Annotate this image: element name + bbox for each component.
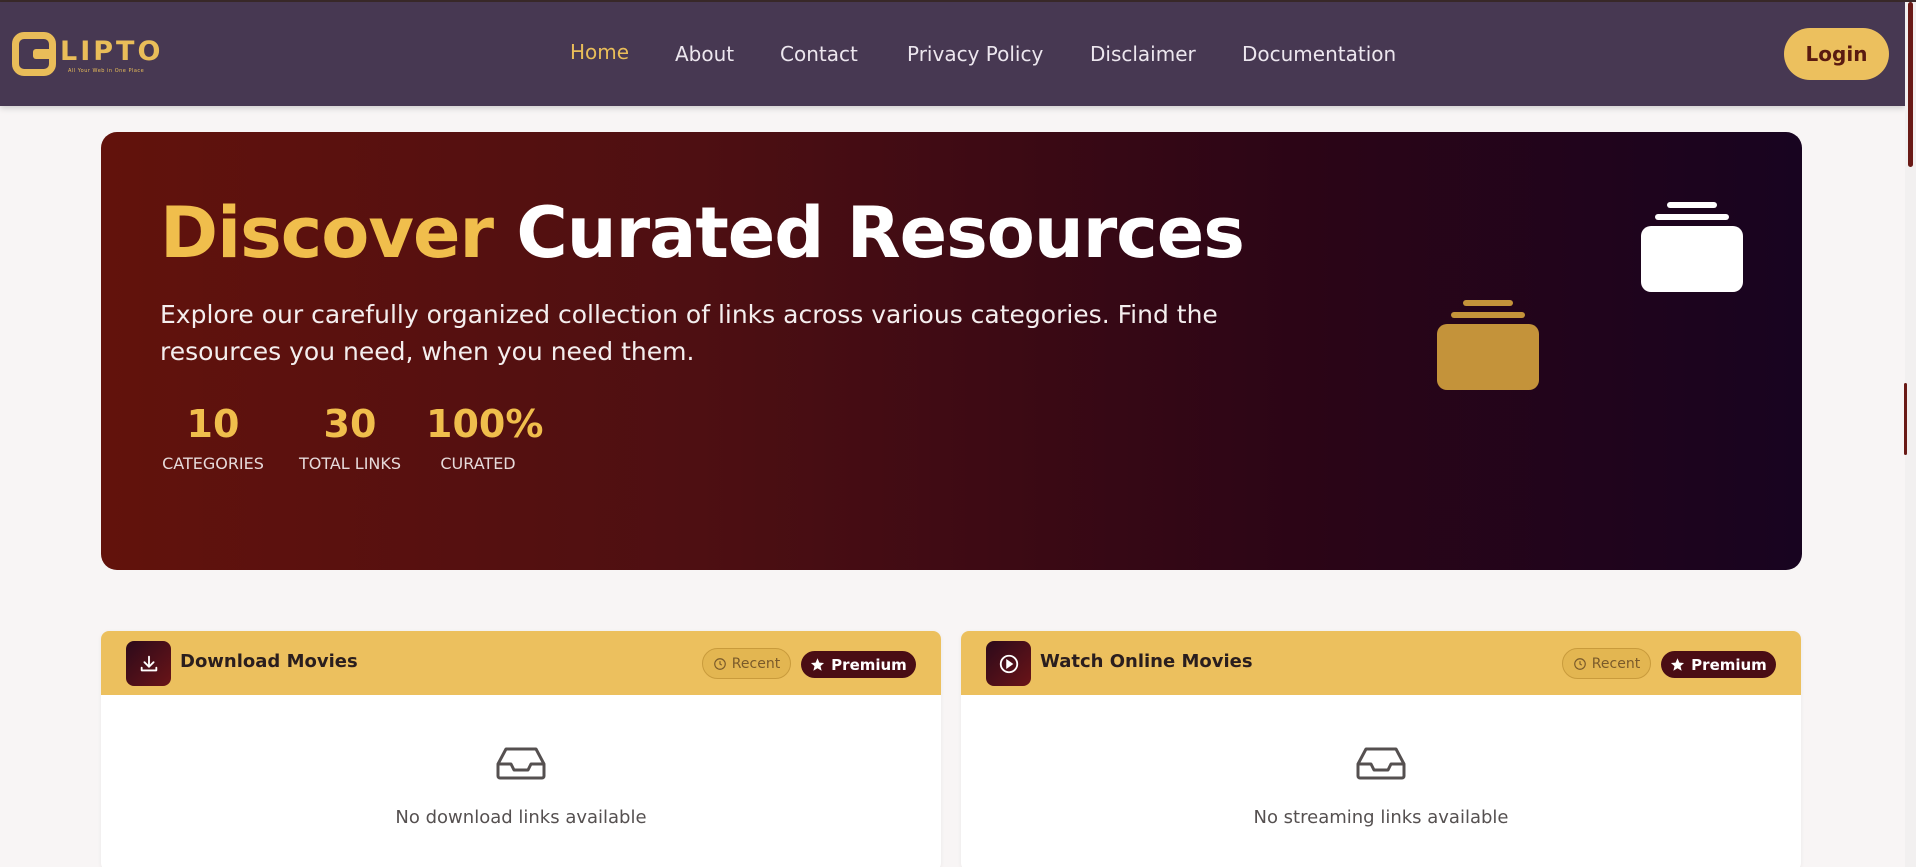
navbar: LIPTO All Your Web in One Place Home Abo… [0, 2, 1905, 106]
nav-item-about[interactable]: About [675, 42, 734, 66]
inbox-icon [1356, 746, 1406, 784]
nav-item-documentation[interactable]: Documentation [1242, 42, 1396, 66]
clock-icon [713, 657, 726, 670]
premium-label: Premium [831, 655, 907, 674]
category-card-watch-online-movies: Watch Online Movies Recent Premium No st… [961, 631, 1801, 867]
category-card-download-movies: Download Movies Recent Premium No downlo… [101, 631, 941, 867]
stat-label: TOTAL LINKS [298, 454, 402, 473]
star-icon [1671, 658, 1685, 671]
login-button[interactable]: Login [1784, 28, 1889, 80]
recent-label: Recent [731, 655, 781, 672]
premium-badge[interactable]: Premium [801, 651, 916, 678]
card-header: Download Movies Recent Premium [101, 631, 941, 695]
main-nav: Home About Contact Privacy Policy Discla… [0, 2, 1905, 106]
nav-item-disclaimer[interactable]: Disclaimer [1090, 42, 1196, 66]
star-icon [811, 658, 825, 671]
premium-badge[interactable]: Premium [1661, 651, 1776, 678]
stat-value: 10 [186, 402, 240, 446]
inbox-icon [496, 746, 546, 784]
nav-item-contact[interactable]: Contact [780, 42, 858, 66]
inbox-stack-white-icon [1641, 202, 1743, 292]
play-circle-icon [986, 641, 1031, 686]
recent-badge[interactable]: Recent [1562, 648, 1651, 679]
hero-banner: Discover Curated Resources Explore our c… [101, 132, 1802, 570]
empty-state-text: No download links available [395, 807, 647, 828]
nav-item-privacy-policy[interactable]: Privacy Policy [907, 42, 1043, 66]
card-title: Download Movies [180, 651, 358, 672]
stat-value: 30 [323, 402, 377, 446]
stat-total-links: 30 TOTAL LINKS [295, 402, 405, 473]
nav-item-home[interactable]: Home [570, 40, 629, 64]
stat-categories: 10 CATEGORIES [160, 402, 266, 473]
stat-label: CATEGORIES [162, 454, 264, 473]
recent-badge[interactable]: Recent [702, 648, 791, 679]
stat-curated: 100% CURATED [426, 402, 544, 473]
premium-label: Premium [1691, 655, 1767, 674]
card-title: Watch Online Movies [1040, 651, 1253, 672]
hero-subtitle: Explore our carefully organized collecti… [160, 300, 1218, 366]
recent-label: Recent [1591, 655, 1641, 672]
inbox-stack-gold-icon [1437, 300, 1539, 390]
empty-state-text: No streaming links available [1253, 807, 1509, 828]
scrollbar-thumb[interactable] [1908, 2, 1913, 167]
card-header: Watch Online Movies Recent Premium [961, 631, 1801, 695]
hero-title: Discover Curated Resources [160, 192, 1245, 274]
clock-icon [1573, 657, 1586, 670]
stat-value: 100% [426, 402, 544, 446]
stat-label: CURATED [440, 454, 516, 473]
side-tab-marker [1904, 383, 1907, 455]
download-icon [126, 641, 171, 686]
hero-title-accent: Discover [160, 192, 494, 274]
hero-title-main: Curated Resources [516, 192, 1245, 274]
